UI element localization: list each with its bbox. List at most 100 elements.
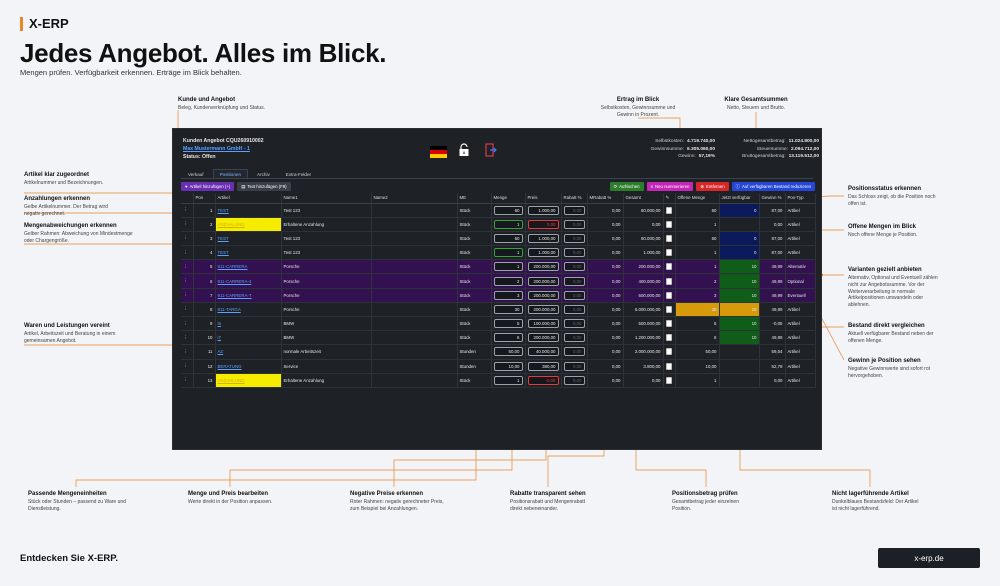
- quantity-input[interactable]: 2: [493, 276, 523, 286]
- cta-button[interactable]: x-erp.de: [878, 548, 980, 568]
- cell-lock[interactable]: [663, 330, 676, 346]
- col-pos[interactable]: Pos: [193, 193, 216, 204]
- cell-lock[interactable]: [663, 245, 676, 261]
- drag-handle-icon[interactable]: ⋮: [181, 316, 194, 332]
- cell-artikel[interactable]: i5: [215, 316, 282, 332]
- table-row[interactable]: ⋮ 2 ANZAHLUNG Erhaltene Anzahlung Stück 1 0,00…: [181, 217, 816, 232]
- col-gesamt[interactable]: Gesamt: [623, 193, 664, 204]
- cell-rabatt[interactable]: 0,00: [561, 203, 588, 218]
- price-input[interactable]: 200.000,00: [527, 290, 559, 300]
- lock-status-icon[interactable]: [665, 206, 672, 214]
- quantity-input[interactable]: 60: [493, 233, 523, 243]
- unlocked-icon[interactable]: [458, 143, 470, 157]
- discount-input[interactable]: 0,00: [563, 347, 585, 357]
- cell-lock[interactable]: [663, 302, 676, 318]
- quantity-input[interactable]: 10,00: [493, 361, 523, 371]
- quantity-input[interactable]: 30: [493, 304, 523, 314]
- table-row[interactable]: ⋮ 11 AZ normale Arbeitszeit Stunden 50,00 40.0…: [181, 344, 816, 360]
- discount-input[interactable]: 0,00: [563, 304, 585, 314]
- cell-lock[interactable]: [663, 259, 676, 275]
- discount-input[interactable]: 0,00: [563, 333, 585, 343]
- drag-handle-icon[interactable]: ⋮: [181, 344, 194, 360]
- remove-button[interactable]: ⊗ Entfernen: [696, 182, 729, 191]
- cell-menge[interactable]: 50,00: [491, 344, 526, 360]
- cell-menge[interactable]: 30: [491, 302, 526, 318]
- add-text-button[interactable]: ▤ Text hinzufügen (F9): [237, 182, 291, 191]
- table-row[interactable]: ⋮ 9 i5 BMW Stück 5 100.000,00 0,00 0,00 500.000,0…: [181, 316, 816, 332]
- col-rabatt[interactable]: Rabatt %: [561, 193, 588, 204]
- german-flag-icon[interactable]: [430, 146, 447, 158]
- cell-artikel[interactable]: TEST: [215, 245, 282, 261]
- cell-lock[interactable]: [663, 359, 676, 374]
- col-me[interactable]: ME: [457, 193, 492, 204]
- lock-status-icon[interactable]: [665, 320, 672, 328]
- drag-handle-icon[interactable]: ⋮: [181, 259, 194, 275]
- quantity-input[interactable]: 50,00: [493, 347, 523, 357]
- cell-preis[interactable]: 100.000,00: [525, 316, 562, 332]
- discount-input[interactable]: 0,00: [563, 219, 585, 229]
- quantity-input[interactable]: 6: [493, 333, 523, 343]
- cell-menge[interactable]: 1: [491, 373, 526, 388]
- cell-artikel[interactable]: ANZAHLUNG: [215, 217, 282, 232]
- cell-artikel[interactable]: AZ: [215, 344, 282, 360]
- cell-preis[interactable]: 200.000,00: [525, 288, 562, 303]
- cell-menge[interactable]: 60: [491, 231, 526, 247]
- add-article-button[interactable]: ♥ Artikel hinzufügen (+): [181, 182, 235, 191]
- discount-input[interactable]: 0,00: [563, 248, 585, 258]
- discount-input[interactable]: 0,00: [563, 290, 585, 300]
- table-row[interactable]: ⋮ 7 911-CARRERA-T Porsche Stück 3 200.000,00 0,…: [181, 288, 816, 303]
- drag-handle-icon[interactable]: ⋮: [181, 302, 194, 318]
- cell-artikel[interactable]: 911-CARRERA: [215, 259, 282, 275]
- col-mrabatt[interactable]: MRabatt %: [587, 193, 624, 204]
- cell-preis[interactable]: 40.000,00: [525, 344, 562, 360]
- quantity-input[interactable]: 60: [493, 205, 523, 215]
- cell-lock[interactable]: [663, 217, 676, 232]
- cell-artikel[interactable]: TEST: [215, 203, 282, 218]
- cell-artikel[interactable]: ANZAHLUNG: [215, 373, 282, 388]
- cell-rabatt[interactable]: 0,00: [561, 273, 588, 289]
- cell-artikel[interactable]: 911-CARRERA-4: [215, 273, 282, 289]
- discount-input[interactable]: 0,00: [563, 262, 585, 272]
- col-offene-menge[interactable]: Offene Menge: [675, 193, 720, 204]
- discount-input[interactable]: 0,00: [563, 205, 585, 215]
- cell-lock[interactable]: [663, 373, 676, 388]
- cell-artikel[interactable]: TEST: [215, 231, 282, 247]
- cell-preis[interactable]: 200.000,00: [525, 302, 562, 318]
- table-row[interactable]: ⋮ 5 911-CARRERA Porsche Stück 1 200.000,00 0,00…: [181, 259, 816, 275]
- quantity-input[interactable]: 1: [493, 248, 523, 258]
- cell-artikel[interactable]: i7: [215, 330, 282, 346]
- col-gewinn[interactable]: Gewinn %: [759, 193, 786, 204]
- table-row[interactable]: ⋮ 12 BERATUNG Service Stunden 10,00 380,00 0,00…: [181, 359, 816, 374]
- lock-status-icon[interactable]: [665, 249, 672, 257]
- cell-rabatt[interactable]: 0,00: [561, 231, 588, 247]
- col-name2[interactable]: Name2: [371, 193, 458, 204]
- table-row[interactable]: ⋮ 4 TEST Test 123 Stück 1 1.000,00 0,00 0,00 1.00…: [181, 245, 816, 261]
- drag-handle-icon[interactable]: ⋮: [181, 203, 194, 218]
- table-row[interactable]: ⋮ 3 TEST Test 123 Stück 60 1.000,00 0,00 0,00 60.…: [181, 231, 816, 247]
- reduce-stock-button[interactable]: ⓘ Auf verfügbaren Bestand reduzieren: [731, 182, 815, 191]
- cell-lock[interactable]: [663, 203, 676, 218]
- table-row[interactable]: ⋮ 10 i7 BMW Stück 6 200.000,00 0,00 0,00 1.200.00…: [181, 330, 816, 346]
- customer-link[interactable]: Max Mustermann GmbH - 1: [183, 146, 250, 152]
- drag-handle-icon[interactable]: ⋮: [181, 288, 194, 303]
- quantity-input[interactable]: 1: [493, 262, 523, 272]
- price-input[interactable]: 1.000,00: [527, 248, 559, 258]
- col-pos-typ[interactable]: Pos-Typ: [785, 193, 816, 204]
- lock-status-icon[interactable]: [665, 305, 672, 313]
- col-preis[interactable]: Preis: [525, 193, 562, 204]
- lock-status-icon[interactable]: [665, 263, 672, 271]
- cell-menge[interactable]: 10,00: [491, 359, 526, 374]
- drag-handle-icon[interactable]: ⋮: [181, 373, 194, 388]
- cell-rabatt[interactable]: 0,00: [561, 288, 588, 303]
- drag-handle-icon[interactable]: ⋮: [181, 359, 194, 374]
- table-row[interactable]: ⋮ 1 TEST Test 123 Stück 60 1.000,00 0,00 0,00 60.…: [181, 203, 816, 218]
- price-input[interactable]: 200.000,00: [527, 304, 559, 314]
- quantity-input[interactable]: 1: [493, 375, 523, 385]
- lock-status-icon[interactable]: [665, 220, 672, 228]
- drag-handle-icon[interactable]: ⋮: [181, 273, 194, 289]
- cell-preis[interactable]: 1.000,00: [525, 231, 562, 247]
- cell-lock[interactable]: [663, 288, 676, 303]
- lock-status-icon[interactable]: [665, 334, 672, 342]
- cell-menge[interactable]: 1: [491, 245, 526, 261]
- drag-handle-icon[interactable]: ⋮: [181, 245, 194, 261]
